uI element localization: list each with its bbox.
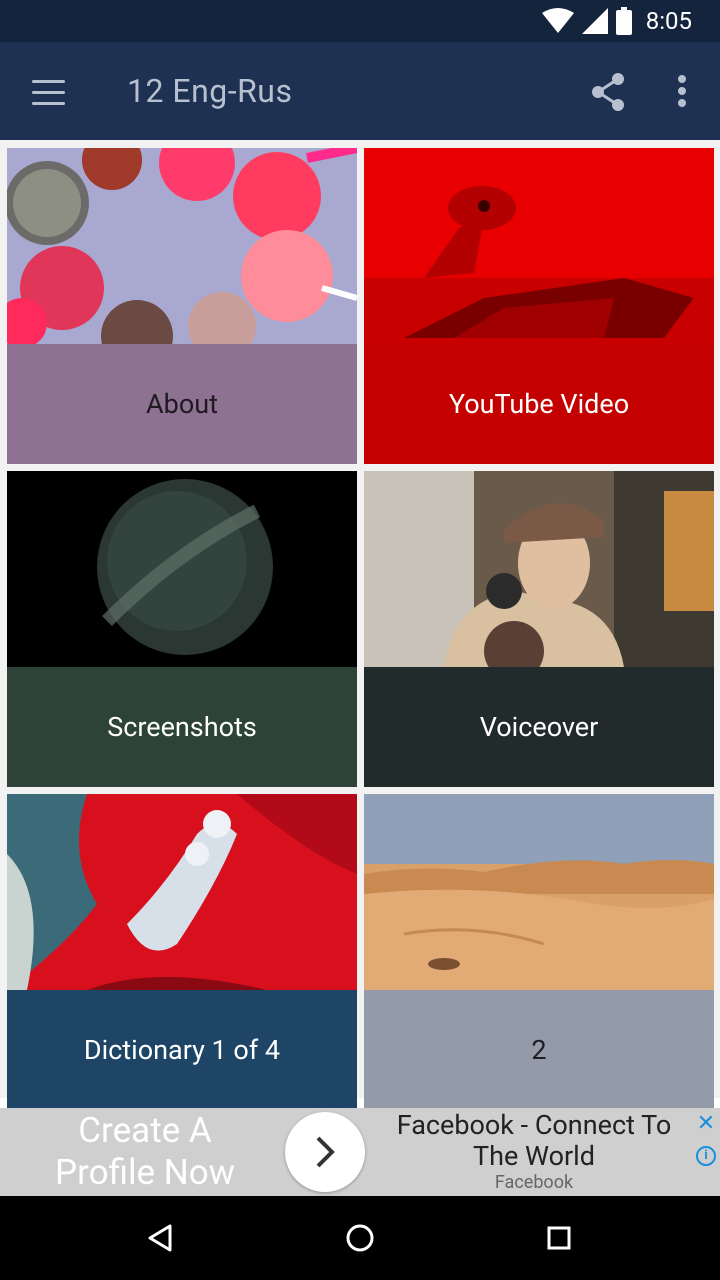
home-circle-icon: [346, 1224, 374, 1252]
back-triangle-icon: [148, 1224, 172, 1252]
tile-label-screenshots: Screenshots: [7, 667, 357, 787]
system-nav-bar: [0, 1196, 720, 1280]
tile-dictionary-1-of-4[interactable]: Dictionary 1 of 4: [7, 794, 357, 1110]
tile-label-about: About: [7, 344, 357, 464]
ad-left-text: Create A Profile Now: [55, 1110, 235, 1193]
ad-title: Facebook - Connect To The World: [396, 1109, 672, 1172]
ad-close-icon[interactable]: ✕: [694, 1112, 718, 1136]
tile-youtube-video[interactable]: YouTube Video: [364, 148, 714, 464]
more-vert-icon: [678, 75, 686, 107]
share-icon: [592, 73, 624, 111]
hamburger-icon: [32, 79, 65, 83]
app-title: 12 Eng-Rus: [127, 72, 293, 110]
ad-info-icon[interactable]: i: [696, 1146, 716, 1166]
tile-label-dictionary: Dictionary 1 of 4: [7, 990, 357, 1110]
status-time: 8:05: [645, 7, 692, 35]
tile-image-dictionary: [7, 794, 357, 990]
app-bar: 12 Eng-Rus: [0, 42, 720, 140]
tile-image-desert: [364, 794, 714, 990]
ad-subtitle: Facebook: [494, 1172, 574, 1193]
status-bar: 8:05: [0, 0, 720, 42]
recents-button[interactable]: [537, 1216, 581, 1260]
menu-grid: About YouTube Video Screenshots Voiceove…: [0, 140, 720, 1110]
tile-2[interactable]: 2: [364, 794, 714, 1110]
wifi-icon: [541, 8, 574, 33]
tile-label-voiceover: Voiceover: [364, 667, 714, 787]
ad-banner[interactable]: Create A Profile Now Facebook - Connect …: [0, 1108, 720, 1196]
tile-screenshots[interactable]: Screenshots: [7, 471, 357, 787]
share-button[interactable]: [588, 70, 628, 114]
signal-icon: [581, 8, 608, 34]
tile-label-2: 2: [364, 990, 714, 1110]
status-icons: 8:05: [541, 6, 692, 36]
battery-icon: [615, 7, 632, 35]
chevron-right-icon: [316, 1136, 335, 1168]
tile-image-voiceover: [364, 471, 714, 667]
tile-voiceover[interactable]: Voiceover: [364, 471, 714, 787]
tile-image-screenshots: [7, 471, 357, 667]
back-button[interactable]: [138, 1216, 182, 1260]
tile-label-youtube: YouTube Video: [364, 344, 714, 464]
more-options-button[interactable]: [664, 70, 700, 114]
tile-image-youtube: [364, 148, 714, 344]
tile-image-about: [7, 148, 357, 344]
recents-square-icon: [547, 1226, 571, 1250]
home-button[interactable]: [338, 1216, 382, 1260]
ad-arrow-button[interactable]: [285, 1112, 365, 1192]
menu-button[interactable]: [24, 70, 74, 114]
tile-about[interactable]: About: [7, 148, 357, 464]
